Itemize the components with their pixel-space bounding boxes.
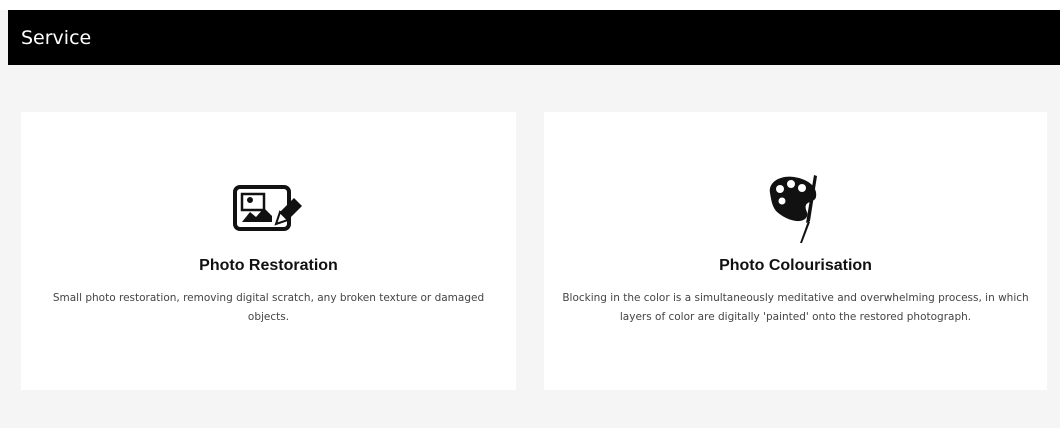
section-title: Service [21,26,92,49]
section-header: Service [8,10,1060,65]
top-strip [0,0,1060,10]
service-description: Blocking in the color is a simultaneousl… [562,292,1029,323]
service-card-photo-colourisation: Photo Colourisation Blocking in the colo… [544,112,1047,390]
service-card-photo-restoration: Photo Restoration Small photo restoratio… [21,112,516,390]
service-title: Photo Restoration [199,257,338,274]
palette-brush-icon [764,175,828,243]
service-title: Photo Colourisation [719,257,872,274]
service-description: Small photo restoration, removing digita… [52,292,485,323]
image-edit-icon [232,178,306,240]
